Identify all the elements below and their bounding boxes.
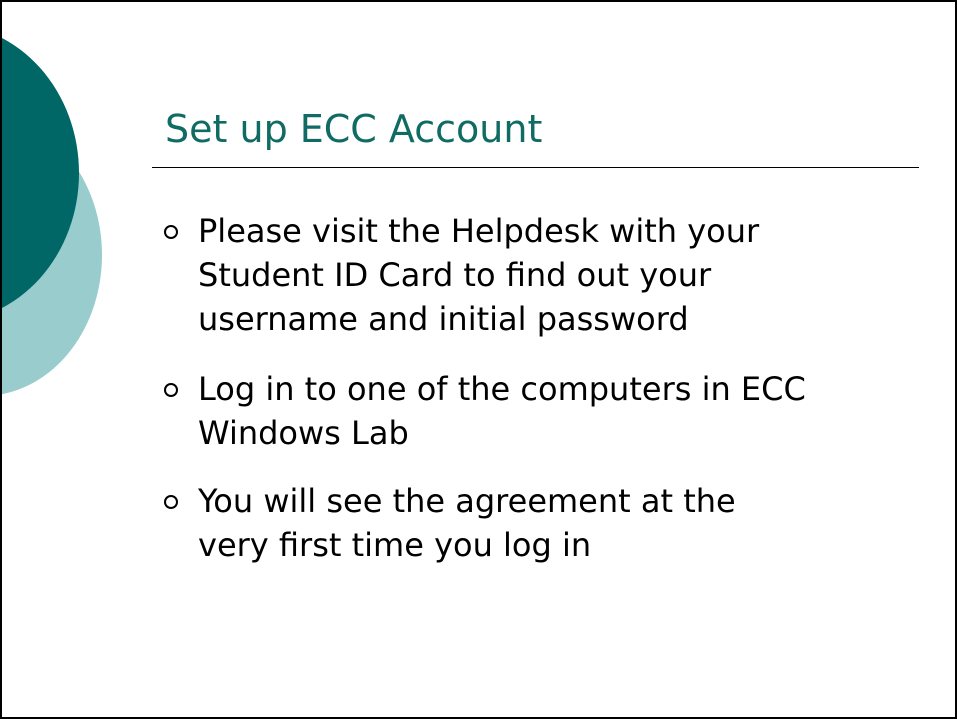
bullet-text-line: very first time you log in xyxy=(198,526,592,564)
bullet-text-line: Student ID Card to find out your xyxy=(198,256,712,294)
bullet-item: Log in to one of the computers in ECC Wi… xyxy=(164,367,934,455)
bullet-text-line: Windows Lab xyxy=(198,414,409,452)
hollow-circle-bullet-icon xyxy=(164,383,178,397)
bullet-text-line: Please visit the Helpdesk with your xyxy=(198,212,760,250)
bullet-item: Please visit the Helpdesk with your Stud… xyxy=(164,209,934,341)
slide: Set up ECC Account Please visit the Help… xyxy=(0,0,957,719)
hollow-circle-bullet-icon xyxy=(164,225,178,239)
bullet-text-line: You will see the agreement at the xyxy=(198,482,736,520)
hollow-circle-bullet-icon xyxy=(164,495,178,509)
bullet-text-line: username and initial password xyxy=(198,300,689,338)
bullet-list: Please visit the Helpdesk with your Stud… xyxy=(2,2,955,717)
bullet-text-line: Log in to one of the computers in ECC xyxy=(198,370,806,408)
bullet-item: You will see the agreement at the very f… xyxy=(164,479,934,567)
